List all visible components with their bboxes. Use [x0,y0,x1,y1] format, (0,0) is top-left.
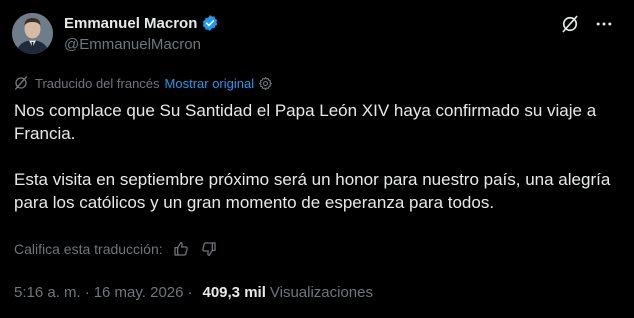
verified-badge-icon[interactable] [201,14,219,32]
show-original-link[interactable]: Mostrar original [165,76,255,91]
post-text: Nos complace que Su Santidad el Papa Leó… [14,99,620,214]
meta-separator: · [84,284,90,301]
post-time[interactable]: 5:16 a. m. [14,284,81,301]
post-paragraph-1: Nos complace que Su Santidad el Papa Leó… [14,101,597,143]
translation-notice: Traducido del francés Mostrar original [13,75,273,91]
author-name-row: Emmanuel Macron [64,14,219,32]
thumbs-up-icon[interactable] [173,241,189,257]
post-header-actions [560,14,614,34]
gear-icon[interactable] [258,76,273,91]
author-handle[interactable]: @EmmanuelMacron [64,36,201,53]
views-count[interactable]: 409,3 mil [202,284,265,301]
post-paragraph-2: Esta visita en septiembre próximo será u… [14,170,611,212]
meta-separator: · [187,284,193,301]
thumbs-down-icon[interactable] [201,241,217,257]
more-icon[interactable] [594,14,614,34]
rate-translation-label: Califica esta traducción: [14,241,163,257]
avatar-image [12,13,53,54]
post-date[interactable]: 16 may. 2026 [94,284,184,301]
grok-icon[interactable] [560,14,580,34]
avatar[interactable] [12,13,53,54]
author-name[interactable]: Emmanuel Macron [64,15,197,32]
views-label: Visualizaciones [269,284,373,301]
translation-label: Traducido del francés [35,75,160,91]
grok-translate-icon [13,75,29,91]
rate-translation: Califica esta traducción: [14,241,217,257]
post-detail: Emmanuel Macron @EmmanuelMacron Traducid… [0,0,634,318]
post-metadata: 5:16 a. m. · 16 may. 2026 · 409,3 mil Vi… [14,284,373,301]
